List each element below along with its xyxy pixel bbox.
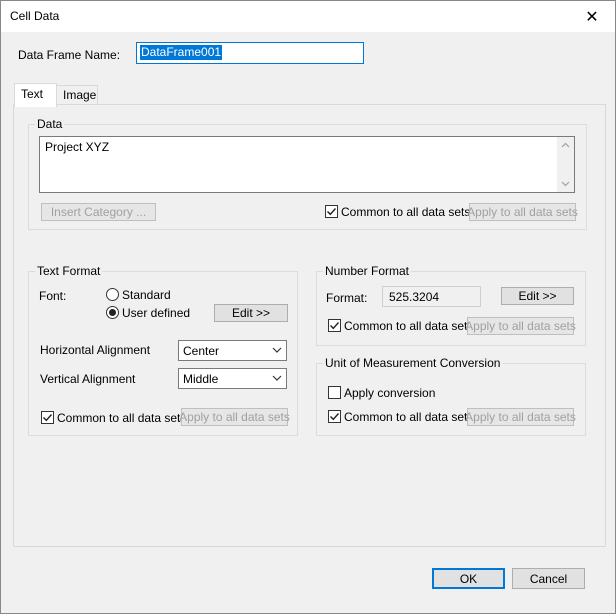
text-format-common-label: Common to all data sets xyxy=(57,411,187,425)
text-format-edit-button[interactable]: Edit >> xyxy=(214,304,288,322)
text-format-apply-all-button[interactable]: Apply to all data sets xyxy=(179,408,290,426)
data-frame-name-input[interactable]: DataFrame001 xyxy=(136,42,364,64)
insert-category-button[interactable]: Insert Category ... xyxy=(41,203,156,221)
data-frame-name-value: DataFrame001 xyxy=(140,45,223,60)
number-format-value: 525.3204 xyxy=(389,290,440,304)
title-bar: Cell Data ✕ xyxy=(1,1,615,32)
data-frame-name-label: Data Frame Name: xyxy=(18,48,121,62)
scroll-down-icon[interactable] xyxy=(561,179,570,188)
cell-data-dialog: Cell Data ✕ Data Frame Name: DataFrame00… xyxy=(0,0,616,614)
data-text-area[interactable]: Project XYZ xyxy=(39,136,575,193)
checkmark-icon xyxy=(327,208,337,216)
unit-conversion-common-label: Common to all data sets xyxy=(344,410,474,424)
number-format-common-label: Common to all data sets xyxy=(344,319,474,333)
data-apply-all-button[interactable]: Apply to all data sets xyxy=(467,203,578,221)
window-title: Cell Data xyxy=(10,9,60,23)
number-format-edit-label: Edit >> xyxy=(518,289,557,303)
vertical-alignment-select[interactable]: Middle xyxy=(178,368,287,389)
font-label: Font: xyxy=(39,289,67,303)
data-group-title: Data xyxy=(35,117,65,131)
unit-conversion-apply-all-button[interactable]: Apply to all data sets xyxy=(465,408,576,426)
cancel-label: Cancel xyxy=(529,571,568,586)
data-text-value: Project XYZ xyxy=(45,140,110,154)
apply-conversion-label: Apply conversion xyxy=(344,386,436,400)
cancel-button[interactable]: Cancel xyxy=(512,568,585,589)
data-common-checkbox[interactable] xyxy=(325,205,338,218)
unit-conversion-apply-all-label: Apply to all data sets xyxy=(465,410,576,424)
data-common-label: Common to all data sets xyxy=(341,205,471,219)
unit-conversion-common-checkbox[interactable] xyxy=(328,410,341,423)
number-format-apply-all-button[interactable]: Apply to all data sets xyxy=(465,317,576,335)
horizontal-alignment-value: Center xyxy=(183,344,220,358)
vertical-alignment-label: Vertical Alignment xyxy=(40,372,136,386)
font-standard-radio[interactable] xyxy=(106,288,119,301)
tab-text[interactable]: Text xyxy=(14,83,57,107)
text-format-common-checkbox[interactable] xyxy=(41,411,54,424)
tab-image-label: Image xyxy=(63,88,97,102)
vertical-alignment-value: Middle xyxy=(183,372,219,386)
data-apply-all-label: Apply to all data sets xyxy=(467,205,578,219)
checkmark-icon xyxy=(330,413,340,421)
chevron-down-icon xyxy=(272,375,282,381)
close-button[interactable]: ✕ xyxy=(569,1,615,32)
radio-selected-dot xyxy=(109,309,116,316)
tab-image[interactable]: Image xyxy=(56,85,98,105)
chevron-down-icon xyxy=(272,347,282,353)
font-user-defined-radio[interactable] xyxy=(106,306,119,319)
checkmark-icon xyxy=(330,322,340,330)
ok-button[interactable]: OK xyxy=(432,568,505,589)
number-format-label: Format: xyxy=(326,291,368,305)
ok-label: OK xyxy=(459,571,478,586)
horizontal-alignment-label: Horizontal Alignment xyxy=(40,343,151,357)
text-format-apply-all-label: Apply to all data sets xyxy=(179,410,290,424)
number-format-common-checkbox[interactable] xyxy=(328,319,341,332)
text-format-edit-label: Edit >> xyxy=(231,306,271,320)
scroll-up-icon[interactable] xyxy=(561,141,570,150)
font-standard-label: Standard xyxy=(122,288,171,302)
number-format-value-field: 525.3204 xyxy=(382,286,481,307)
data-text-scrollbar[interactable] xyxy=(557,137,574,192)
number-format-edit-button[interactable]: Edit >> xyxy=(501,287,574,305)
checkmark-icon xyxy=(43,414,53,422)
number-format-apply-all-label: Apply to all data sets xyxy=(465,319,576,333)
unit-conversion-title: Unit of Measurement Conversion xyxy=(323,356,503,370)
close-icon: ✕ xyxy=(585,8,599,26)
tab-text-label: Text xyxy=(21,87,44,101)
text-format-title: Text Format xyxy=(35,264,103,278)
insert-category-label: Insert Category ... xyxy=(50,205,147,219)
horizontal-alignment-select[interactable]: Center xyxy=(178,340,287,361)
font-user-defined-label: User defined xyxy=(122,306,191,320)
apply-conversion-checkbox[interactable] xyxy=(328,386,341,399)
number-format-title: Number Format xyxy=(323,264,412,278)
